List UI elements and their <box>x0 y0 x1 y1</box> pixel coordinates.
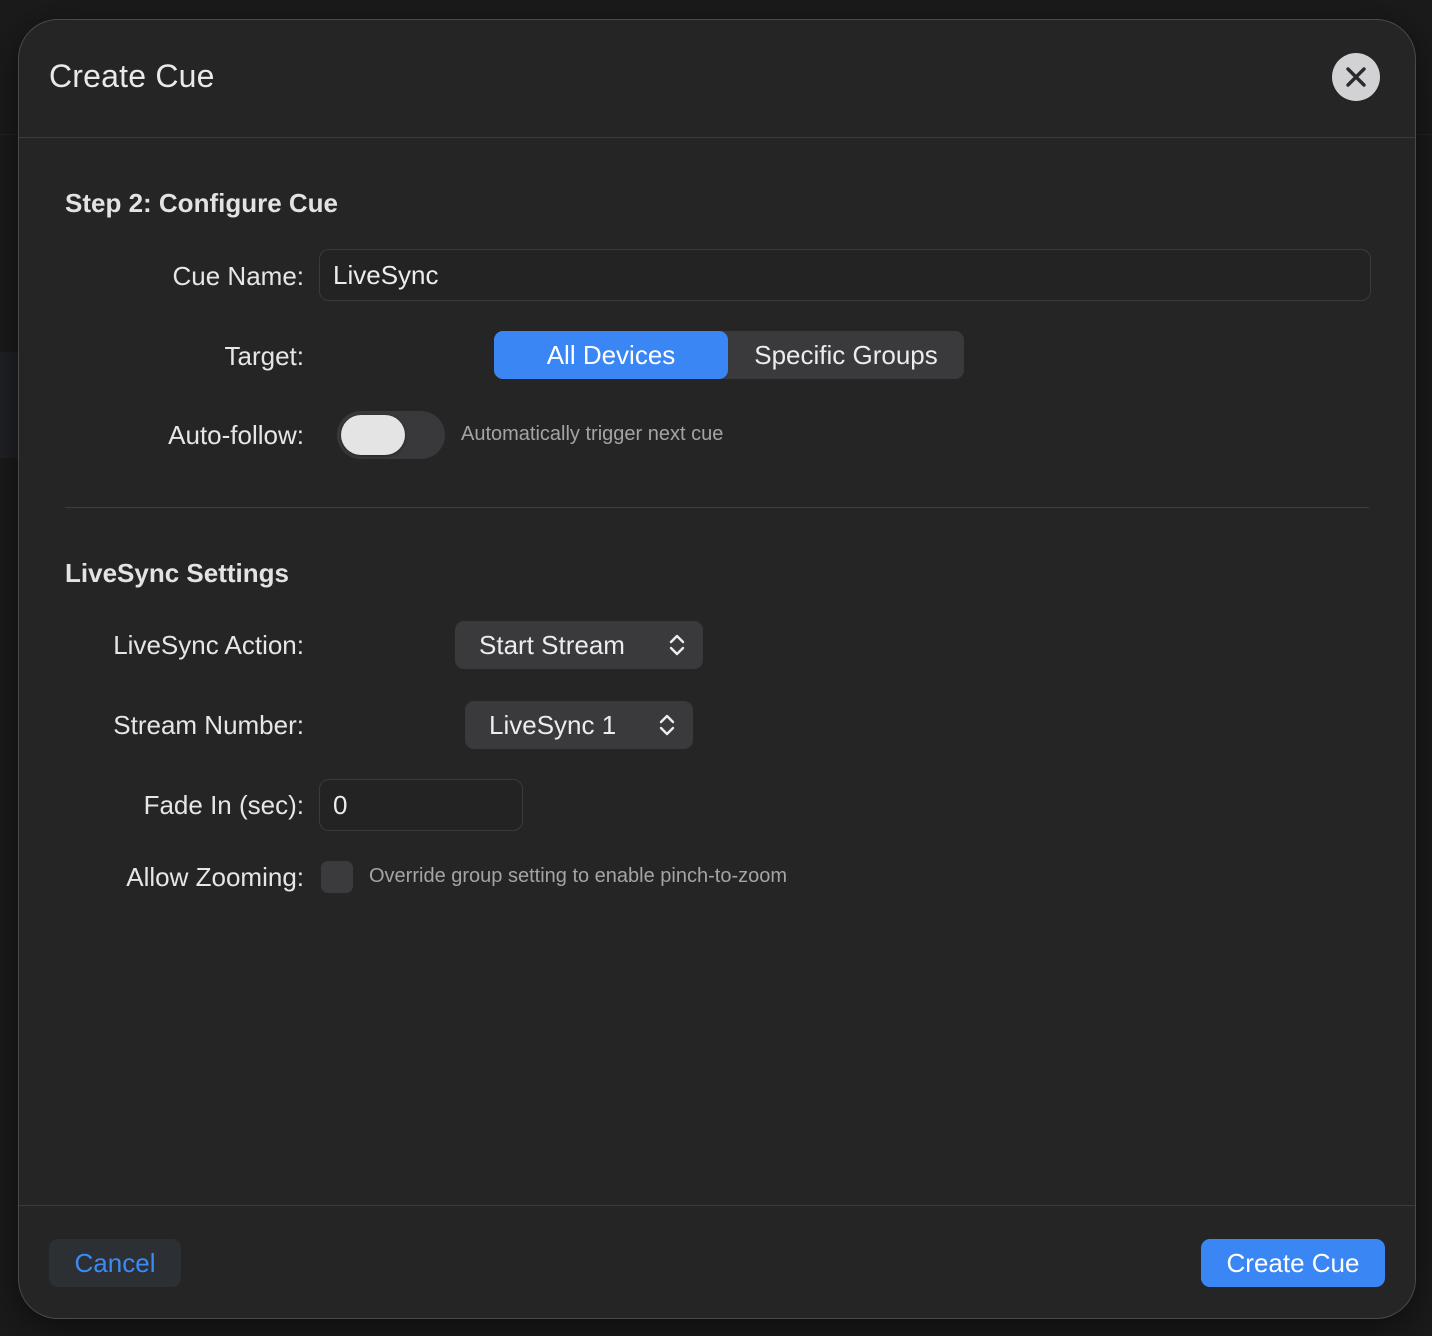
livesync-action-popup[interactable]: Start Stream <box>455 621 703 669</box>
create-cue-dialog: Create Cue Step 2: Configure Cue Cue Nam… <box>18 19 1416 1319</box>
stream-number-value: LiveSync 1 <box>489 709 617 740</box>
autofollow-toggle[interactable] <box>337 411 445 459</box>
fade-in-value: 0 <box>333 789 348 820</box>
chevron-updown-icon <box>659 714 675 736</box>
backdrop-panel <box>0 352 18 458</box>
chevron-updown-icon <box>669 634 685 656</box>
footer-divider <box>19 1205 1415 1206</box>
cancel-button[interactable]: Cancel <box>49 1239 181 1287</box>
cue-name-label: Cue Name: <box>172 261 305 291</box>
livesync-action-value: Start Stream <box>479 629 625 660</box>
configure-section-title: Step 2: Configure Cue <box>65 188 339 218</box>
stream-number-label: Stream Number: <box>113 710 304 740</box>
stream-number-popup[interactable]: LiveSync 1 <box>465 701 693 749</box>
dialog-header: Create Cue <box>19 20 1415 138</box>
close-icon <box>1346 67 1366 87</box>
allow-zooming-hint: Override group setting to enable pinch-t… <box>369 865 788 887</box>
autofollow-label: Auto-follow: <box>168 420 304 450</box>
fade-in-label: Fade In (sec): <box>143 790 304 820</box>
autofollow-hint: Automatically trigger next cue <box>461 423 724 445</box>
allow-zooming-label: Allow Zooming: <box>126 862 304 892</box>
close-button[interactable] <box>1332 53 1380 101</box>
dialog-title: Create Cue <box>49 58 215 94</box>
allow-zooming-checkbox[interactable] <box>321 861 353 893</box>
segment-specific-groups[interactable]: Specific Groups <box>728 331 964 379</box>
toggle-knob <box>341 415 405 455</box>
livesync-section-title: LiveSync Settings <box>65 558 289 588</box>
segment-all-devices[interactable]: All Devices <box>494 331 728 379</box>
create-cue-button[interactable]: Create Cue <box>1201 1239 1385 1287</box>
livesync-action-label: LiveSync Action: <box>113 630 304 660</box>
target-segmented-control[interactable]: All Devices Specific Groups <box>494 331 964 379</box>
target-label: Target: <box>224 341 305 371</box>
cue-name-value: LiveSync <box>333 259 439 290</box>
cue-name-input[interactable]: LiveSync <box>319 249 1371 301</box>
fade-in-input[interactable]: 0 <box>319 779 523 831</box>
section-divider <box>65 507 1369 508</box>
